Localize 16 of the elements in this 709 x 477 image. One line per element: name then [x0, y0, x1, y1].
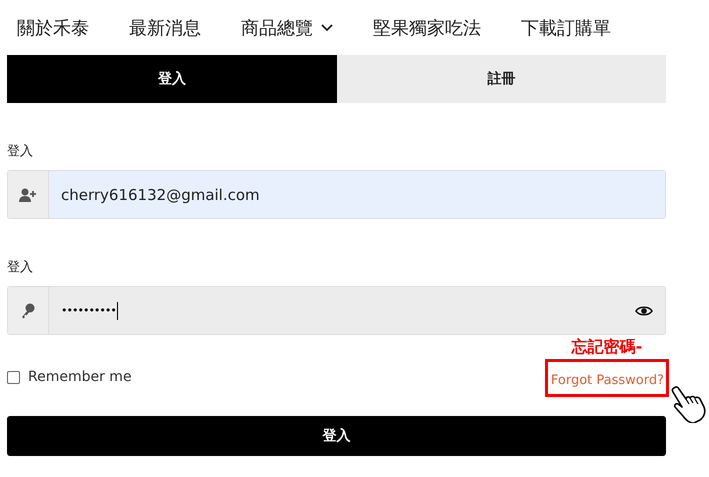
hand-cursor-icon [671, 385, 707, 423]
tab[interactable]: 登入 [7, 55, 336, 103]
nav-link[interactable]: 下載訂購單 [521, 12, 611, 44]
remember-label: Remember me [28, 369, 132, 385]
login-button[interactable]: 登入 [7, 416, 666, 456]
tab[interactable]: 註冊 [336, 55, 666, 103]
field-label: 登入 [7, 143, 34, 160]
nav-link[interactable]: 關於禾泰 [17, 12, 89, 44]
annotation-label: 忘記密碼- [572, 337, 642, 358]
caret-icon [321, 24, 333, 32]
nav-link[interactable]: 最新消息 [129, 12, 201, 44]
nav-link[interactable]: 堅果獨家吃法 [373, 12, 481, 44]
nav-link[interactable]: 商品總覽 [241, 12, 333, 44]
forgot-password-link[interactable]: Forgot Password? [550, 373, 664, 388]
field-label: 登入 [7, 259, 34, 276]
checkbox[interactable] [7, 370, 20, 384]
